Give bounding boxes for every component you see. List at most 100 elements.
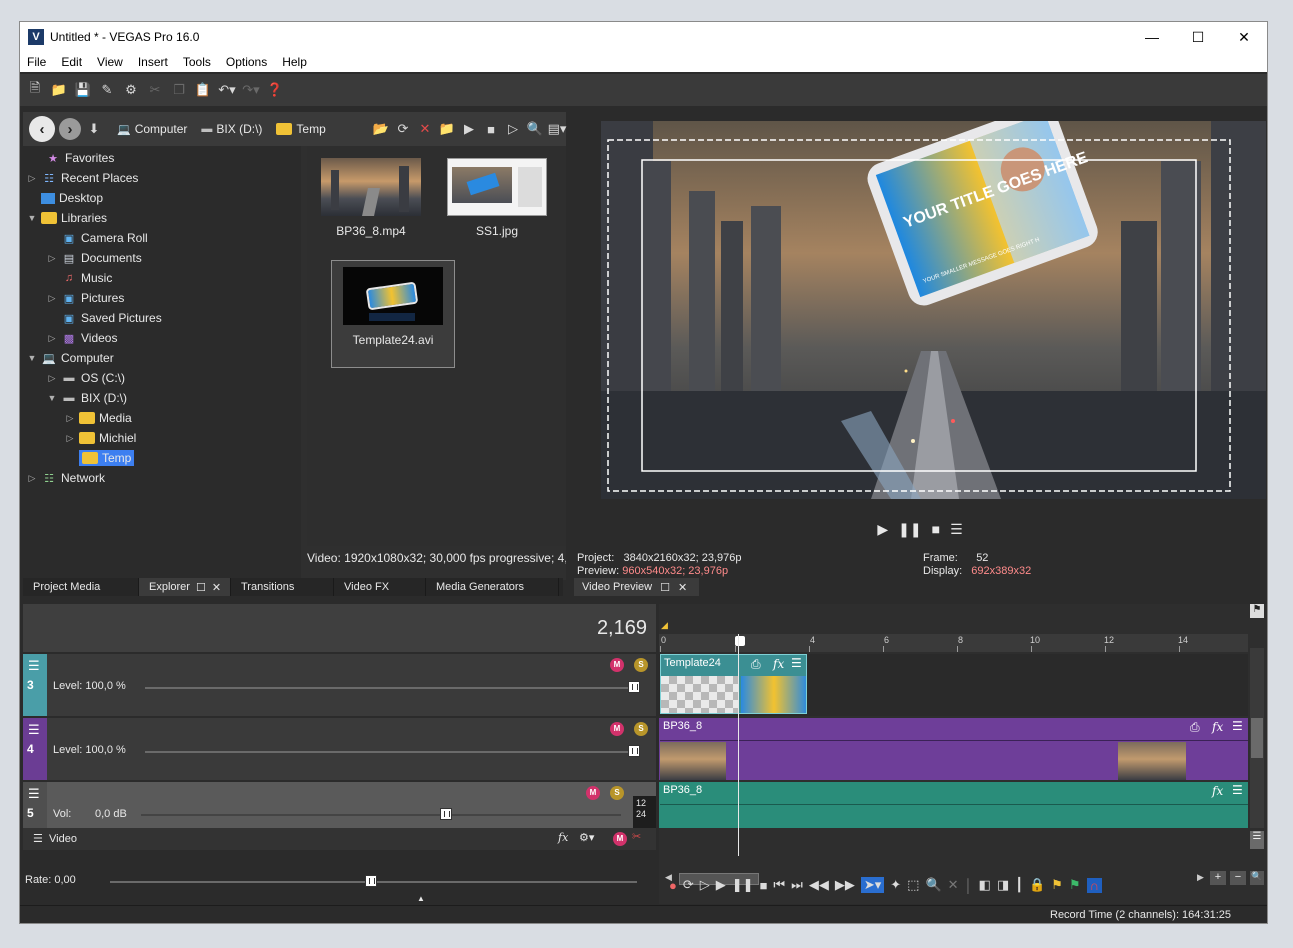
tree-item-computer[interactable]: ▼ 💻 Computer xyxy=(27,348,114,368)
get-media-icon[interactable]: 🔍 xyxy=(526,120,544,138)
views-icon[interactable]: ▤▾ xyxy=(548,120,567,138)
help-pointer-icon[interactable]: ❓ xyxy=(266,81,284,99)
fx-icon[interactable]: fx xyxy=(1212,720,1223,734)
fx-icon[interactable]: fx xyxy=(1212,784,1223,798)
mute-icon[interactable]: M xyxy=(610,722,624,736)
prev-frame-icon[interactable]: ◀◀ xyxy=(809,877,829,893)
preview-frame[interactable]: YOUR TITLE GOES HERE YOUR SMALLER MESSAG… xyxy=(601,121,1266,499)
track-header-3[interactable]: ☰ 3 M S Level: 100,0 % xyxy=(23,654,656,716)
tree-item-michiel[interactable]: ▷ Michiel xyxy=(65,428,137,448)
playhead-marker[interactable] xyxy=(735,636,745,646)
clip-menu-icon[interactable]: ☰ xyxy=(1232,783,1243,797)
crop-icon[interactable]: ⎙ xyxy=(1190,720,1200,735)
solo-icon[interactable]: S xyxy=(610,786,624,800)
trim-start-icon[interactable]: ◧ xyxy=(979,877,991,893)
snapping-icon[interactable]: ∩ xyxy=(1086,877,1102,893)
clip-menu-icon[interactable]: ☰ xyxy=(1232,719,1243,733)
tree-item-network[interactable]: ▷ ☷ Network xyxy=(27,468,105,488)
track-header-4[interactable]: ☰ 4 M S Level: 100,0 % xyxy=(23,718,656,780)
tree-item-videos[interactable]: ▷ ▩ Videos xyxy=(47,328,118,348)
tree-item-pictures[interactable]: ▷ ▣ Pictures xyxy=(47,288,125,308)
volume-slider-knob[interactable] xyxy=(440,808,452,820)
mute-icon[interactable]: M xyxy=(610,658,624,672)
volume-slider[interactable] xyxy=(141,814,621,816)
menu-insert[interactable]: Insert xyxy=(131,55,176,69)
tree-item-bix-d[interactable]: ▼ ▬ BIX (D:\) xyxy=(47,388,127,408)
clip-menu-icon[interactable]: ☰ xyxy=(791,656,802,670)
undo-icon[interactable]: ↶▾ xyxy=(218,81,236,99)
selection-tool-icon[interactable]: ⬚ xyxy=(907,877,919,893)
stop-icon[interactable]: ■ xyxy=(760,878,768,893)
delete-icon[interactable]: ✕ xyxy=(416,120,434,138)
play-icon[interactable]: ▶ xyxy=(460,120,478,138)
clip-bp36-8-audio[interactable]: BP36_8 fx ☰ xyxy=(660,782,1248,828)
region-icon[interactable]: ⚑ xyxy=(1069,877,1081,893)
level-slider[interactable] xyxy=(145,687,635,689)
maximize-button[interactable]: ☐ xyxy=(1175,22,1221,52)
copy-icon[interactable]: ❐ xyxy=(170,81,188,99)
track-header-5[interactable]: ☰ 5 M S Vol: 0,0 dB 12 24 xyxy=(23,782,656,828)
minimize-button[interactable]: — xyxy=(1129,22,1175,52)
tree-item-music[interactable]: ♫ Music xyxy=(61,268,112,288)
redo-icon[interactable]: ↷▾ xyxy=(242,81,260,99)
bypass-icon[interactable]: ✂ xyxy=(632,830,641,843)
tab-media-generators[interactable]: Media Generators xyxy=(426,578,559,596)
tree-item-saved-pictures[interactable]: ▣ Saved Pictures xyxy=(61,308,162,328)
auto-preview-icon[interactable]: ▷ xyxy=(504,120,522,138)
tree-item-camera-roll[interactable]: ▣ Camera Roll xyxy=(61,228,148,248)
undock-icon[interactable]: ☐ xyxy=(660,581,670,594)
cut-icon[interactable]: ✂ xyxy=(146,81,164,99)
forward-icon[interactable]: › xyxy=(59,118,81,140)
track-menu-icon[interactable]: ☰ xyxy=(28,722,40,738)
pause-icon[interactable]: ❚❚ xyxy=(898,521,921,538)
file-item[interactable]: BP36_8.mp4 xyxy=(309,152,433,260)
menu-icon[interactable]: ☰ xyxy=(950,521,963,538)
go-to-end-icon[interactable]: ⏭ xyxy=(791,877,803,893)
save-icon[interactable]: 💾 xyxy=(74,81,92,99)
tree-item-recent-places[interactable]: ▷ ☷ Recent Places xyxy=(27,168,139,188)
render-as-icon[interactable]: ✎ xyxy=(98,81,116,99)
breadcrumb-temp[interactable]: Temp xyxy=(276,122,326,136)
menu-tools[interactable]: Tools xyxy=(176,55,219,69)
fx-icon[interactable]: fx xyxy=(773,657,784,671)
level-slider-knob[interactable] xyxy=(628,745,640,757)
trim-end-icon[interactable]: ◨ xyxy=(997,877,1009,893)
lock-icon[interactable]: 🔒 xyxy=(1029,877,1045,893)
menu-view[interactable]: View xyxy=(90,55,131,69)
record-icon[interactable]: ● xyxy=(669,878,677,893)
breadcrumb-computer[interactable]: 💻 Computer xyxy=(117,122,187,136)
level-slider-knob[interactable] xyxy=(628,681,640,693)
play-icon[interactable]: ▶ xyxy=(877,521,888,538)
envelope-tool-icon[interactable]: ✦ xyxy=(890,877,901,893)
tree-item-temp[interactable]: Temp xyxy=(79,448,135,468)
fx-icon[interactable]: fx xyxy=(558,831,568,844)
menu-help[interactable]: Help xyxy=(275,55,315,69)
clip-bp36-8-video[interactable]: BP36_8 ⎙ fx ☰ xyxy=(660,718,1248,780)
zoom-tool-icon[interactable]: 🔍 xyxy=(925,877,941,893)
menu-edit[interactable]: Edit xyxy=(54,55,90,69)
solo-icon[interactable]: S xyxy=(634,658,648,672)
mute-icon[interactable]: M xyxy=(586,786,600,800)
close-button[interactable]: ✕ xyxy=(1221,22,1267,52)
delete-icon[interactable]: ✕ xyxy=(948,877,959,893)
tab-video-fx[interactable]: Video FX xyxy=(334,578,426,596)
paste-icon[interactable]: 📋 xyxy=(194,81,212,99)
go-to-start-icon[interactable]: ⏮ xyxy=(773,877,785,893)
tab-video-preview[interactable]: Video Preview ☐ ✕ xyxy=(574,578,699,596)
play-from-start-icon[interactable]: ▷ xyxy=(700,877,710,893)
solo-icon[interactable]: S xyxy=(634,722,648,736)
history-dropdown-icon[interactable]: ⬇ xyxy=(85,120,103,138)
properties-gear-icon[interactable]: ⚙ xyxy=(122,81,140,99)
mute-icon[interactable]: M xyxy=(613,832,627,846)
gear-icon[interactable]: ⚙▾ xyxy=(579,831,594,844)
add-favorite-icon[interactable]: 📁 xyxy=(438,120,456,138)
bus-menu-icon[interactable]: ☰ xyxy=(33,833,43,845)
menu-file[interactable]: File xyxy=(20,55,54,69)
split-icon[interactable]: ┃ xyxy=(1015,877,1023,893)
zoom-vertical-icon[interactable]: ☰ xyxy=(1250,831,1264,849)
marker-icon[interactable]: ⚑ xyxy=(1051,877,1063,893)
marker-icon[interactable]: ⚑ xyxy=(1250,604,1264,618)
time-ruler[interactable]: 0 2 4 6 8 10 12 14 xyxy=(659,634,1248,652)
file-item[interactable]: Template24.avi xyxy=(331,260,455,368)
open-folder-icon[interactable]: 📁 xyxy=(50,81,68,99)
